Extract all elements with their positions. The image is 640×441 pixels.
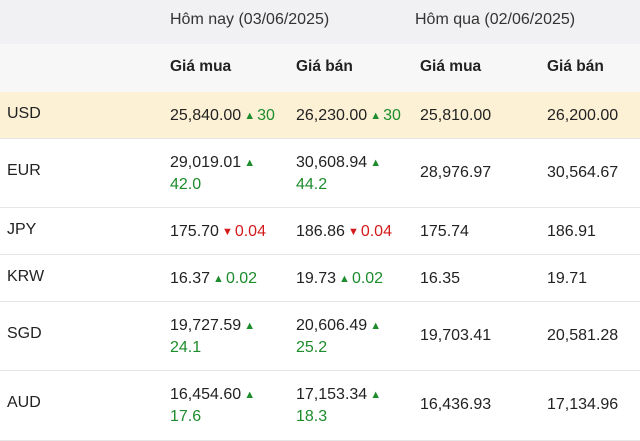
today-sell-cell: 20,606.49 ▲ 25.2 [296,315,383,358]
rate-row-krw: KRW 16.37 ▲ 0.02 19.73 ▲ 0.02 16.35 19.71 [0,255,640,302]
triangle-up-icon: ▲ [244,320,256,332]
today-buy-header: Giá mua [170,58,232,75]
triangle-up-icon: ▲ [213,273,224,285]
change-value: 30 [383,107,401,124]
triangle-up-icon: ▲ [244,389,256,401]
currency-code: JPY [7,221,37,238]
today-sell-value: 30,608.94 [296,154,368,171]
today-buy-value: 25,840.00 [170,107,242,124]
today-buy-value: 16,454.60 [170,386,242,403]
yesterday-buy-cell: 25,810.00 [420,105,491,126]
change-value: 25.2 [296,339,328,356]
yesterday-sell-cell: 186.91 [547,221,596,242]
change-value: 24.1 [170,339,202,356]
today-buy-value: 16.37 [170,270,211,287]
column-header-row: Giá mua Giá bán Giá mua Giá bán [0,44,640,93]
today-buy-cell: 19,727.59 ▲ 24.1 [170,315,257,358]
yesterday-sell-value: 26,200.00 [547,107,619,124]
today-sell-header: Giá bán [296,58,353,75]
today-buy-cell: 175.70 ▼ 0.04 [170,221,266,243]
yesterday-sell-cell: 26,200.00 [547,105,618,126]
today-sell-cell: 186.86 ▼ 0.04 [296,221,392,243]
currency-code: USD [7,105,41,122]
today-sell-cell: 30,608.94 ▲ 44.2 [296,152,383,195]
change-value: 0.04 [360,223,392,240]
yesterday-buy-value: 25,810.00 [420,107,492,124]
rate-row-eur: EUR 29,019.01 ▲ 42.0 30,608.94 ▲ 44.2 28,976.97… [0,139,640,208]
triangle-up-icon: ▲ [244,110,256,122]
change-value: 30 [257,107,275,124]
today-buy-cell: 16,454.60 ▲ 17.6 [170,384,257,427]
rate-row-sgd: SGD 19,727.59 ▲ 24.1 20,606.49 ▲ 25.2 19,703.41… [0,302,640,371]
today-sell-value: 17,153.34 [296,386,368,403]
yesterday-buy-cell: 19,703.41 [420,325,491,346]
yesterday-sell-value: 20,581.28 [547,327,619,344]
today-sell-cell: 19.73 ▲ 0.02 [296,268,383,290]
yesterday-buy-header: Giá mua [420,58,482,75]
triangle-up-icon: ▲ [370,157,382,169]
change-value: 18.3 [296,408,328,425]
triangle-up-icon: ▲ [339,273,350,285]
currency-code: EUR [7,162,41,179]
rate-row-usd: USD 25,840.00 ▲ 30 26,230.00 ▲ 30 25,810.00 26,2… [0,92,640,139]
yesterday-sell-value: 19.71 [547,270,588,287]
yesterday-buy-value: 175.74 [420,223,469,240]
yesterday-sell-value: 17,134.96 [547,396,619,413]
today-buy-value: 19,727.59 [170,317,242,334]
change-value: 0.02 [351,270,384,287]
yesterday-period-label: Hôm qua (02/06/2025) [415,11,576,28]
yesterday-sell-value: 186.91 [547,223,596,240]
today-sell-value: 186.86 [296,223,345,240]
change-value: 44.2 [296,176,328,193]
today-buy-value: 175.70 [170,223,219,240]
triangle-up-icon: ▲ [370,320,382,332]
rate-row-aud: AUD 16,454.60 ▲ 17.6 17,153.34 ▲ 18.3 16,436.93… [0,371,640,441]
yesterday-buy-cell: 175.74 [420,221,469,242]
yesterday-sell-cell: 30,564.67 [547,162,618,183]
exchange-rate-table: Hôm nay (03/06/2025) Hôm qua (02/06/2025… [0,0,640,441]
triangle-up-icon: ▲ [370,110,382,122]
triangle-down-icon: ▼ [347,226,359,238]
today-sell-value: 20,606.49 [296,317,368,334]
yesterday-sell-value: 30,564.67 [547,164,619,181]
change-value: 42.0 [170,176,202,193]
yesterday-buy-cell: 16,436.93 [420,394,491,415]
period-header-row: Hôm nay (03/06/2025) Hôm qua (02/06/2025… [0,0,640,44]
triangle-up-icon: ▲ [244,157,256,169]
currency-code: SGD [7,325,42,342]
yesterday-buy-value: 28,976.97 [420,164,492,181]
yesterday-buy-value: 19,703.41 [420,327,492,344]
rate-row-jpy: JPY 175.70 ▼ 0.04 186.86 ▼ 0.04 175.74 186.91 [0,208,640,255]
yesterday-buy-value: 16.35 [420,270,461,287]
yesterday-buy-value: 16,436.93 [420,396,492,413]
yesterday-sell-header: Giá bán [547,58,604,75]
today-sell-value: 19.73 [296,270,337,287]
today-buy-value: 29,019.01 [170,154,242,171]
today-buy-cell: 29,019.01 ▲ 42.0 [170,152,257,195]
currency-code: AUD [7,394,41,411]
today-buy-cell: 25,840.00 ▲ 30 [170,105,275,127]
currency-code: KRW [7,268,45,285]
yesterday-sell-cell: 19.71 [547,268,587,289]
today-sell-cell: 17,153.34 ▲ 18.3 [296,384,383,427]
change-value: 0.02 [225,270,258,287]
yesterday-buy-cell: 28,976.97 [420,162,491,183]
today-sell-value: 26,230.00 [296,107,368,124]
today-buy-cell: 16.37 ▲ 0.02 [170,268,257,290]
yesterday-sell-cell: 20,581.28 [547,325,618,346]
triangle-up-icon: ▲ [370,389,382,401]
change-value: 0.04 [234,223,266,240]
today-sell-cell: 26,230.00 ▲ 30 [296,105,401,127]
triangle-down-icon: ▼ [221,226,233,238]
yesterday-sell-cell: 17,134.96 [547,394,618,415]
yesterday-buy-cell: 16.35 [420,268,460,289]
change-value: 17.6 [170,408,202,425]
today-period-label: Hôm nay (03/06/2025) [170,11,330,28]
